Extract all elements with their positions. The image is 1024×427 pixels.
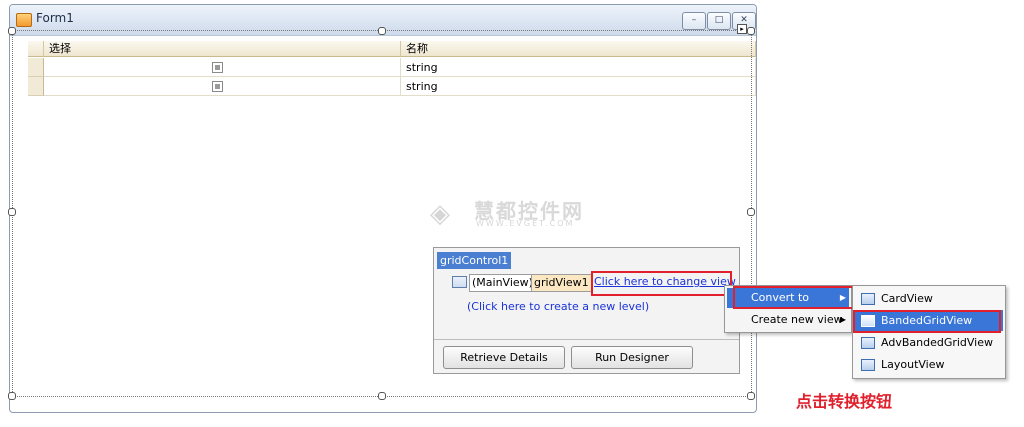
menu-item-label: Create new view xyxy=(751,313,843,326)
checkbox-icon[interactable] xyxy=(212,62,223,73)
submenu-arrow-icon: ▶ xyxy=(839,315,846,324)
resize-handle[interactable] xyxy=(747,208,755,216)
panel-divider xyxy=(434,339,739,340)
adv-banded-grid-view-icon xyxy=(861,337,875,349)
resize-handle[interactable] xyxy=(8,208,16,216)
minimize-button[interactable]: – xyxy=(682,12,706,30)
layout-view-icon xyxy=(861,359,875,371)
table-cell-name[interactable]: string xyxy=(401,58,756,77)
level-designer-panel: gridControl1 (MainView) gridView1 Click … xyxy=(433,247,740,374)
grid-column-header-name[interactable]: 名称 xyxy=(401,41,756,57)
resize-handle[interactable] xyxy=(378,392,386,400)
panel-title: gridControl1 xyxy=(437,252,512,269)
checkbox-icon[interactable] xyxy=(212,81,223,92)
submenu-item-layoutview[interactable]: LayoutView xyxy=(855,354,1003,375)
smart-tag-arrow-icon[interactable]: ▸ xyxy=(737,24,747,34)
submenu-item-advbandedgridview[interactable]: AdvBandedGridView xyxy=(855,332,1003,353)
grid-view-icon xyxy=(452,276,467,288)
table-cell-select[interactable] xyxy=(44,58,401,77)
watermark-en: WWW.EVGET.COM xyxy=(476,219,575,228)
table-cell-select[interactable] xyxy=(44,77,401,96)
card-view-icon xyxy=(861,293,875,305)
form-icon xyxy=(16,13,32,27)
highlight-box-change-view xyxy=(591,271,732,296)
run-designer-button[interactable]: Run Designer xyxy=(571,346,693,369)
row-indicator[interactable] xyxy=(28,58,44,77)
highlight-box-bandedgridview xyxy=(853,310,1001,333)
resize-handle[interactable] xyxy=(378,27,386,35)
form-title: Form1 xyxy=(36,11,74,25)
submenu-item-label: CardView xyxy=(881,292,933,305)
grid-header-indicator xyxy=(28,41,44,57)
row-indicator[interactable] xyxy=(28,77,44,96)
grid-view-label[interactable]: gridView1 xyxy=(531,274,592,292)
submenu-item-label: AdvBandedGridView xyxy=(881,336,994,349)
submenu-item-cardview[interactable]: CardView xyxy=(855,288,1003,309)
resize-handle[interactable] xyxy=(8,392,16,400)
create-level-link[interactable]: (Click here to create a new level) xyxy=(467,300,649,313)
table-cell-name[interactable]: string xyxy=(401,77,756,96)
menu-item-create-new-view[interactable]: Create new view ▶ xyxy=(727,310,849,330)
watermark-logo-icon: ◈ xyxy=(430,199,450,229)
main-view-label: (MainView) xyxy=(469,274,536,292)
retrieve-details-button[interactable]: Retrieve Details xyxy=(443,346,565,369)
highlight-box-convert-to xyxy=(733,286,854,309)
resize-handle[interactable] xyxy=(8,27,16,35)
grid-column-header-select[interactable]: 选择 xyxy=(44,41,401,57)
annotation-caption: 点击转换按钮 xyxy=(796,392,893,411)
submenu-item-label: LayoutView xyxy=(881,358,945,371)
resize-handle[interactable] xyxy=(747,392,755,400)
resize-handle[interactable] xyxy=(747,27,755,35)
maximize-button[interactable]: □ xyxy=(707,12,731,30)
